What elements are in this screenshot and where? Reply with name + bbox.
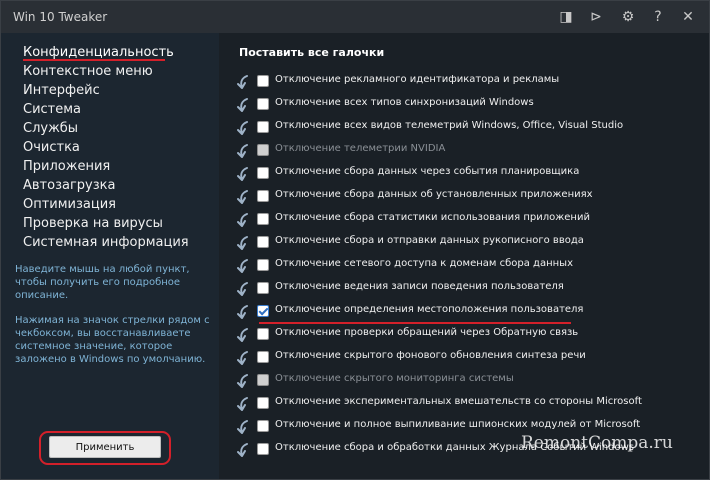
option-checkbox[interactable]	[257, 305, 269, 317]
window-title: Win 10 Tweaker	[13, 10, 108, 24]
option-label: Отключение сбора данных через события пл…	[275, 166, 580, 177]
hover-hint: Наведите мышь на любой пункт, чтобы полу…	[15, 264, 190, 301]
restore-arrow-icon[interactable]	[235, 303, 253, 321]
sidebar-item[interactable]: Оптимизация	[23, 197, 116, 216]
restore-arrow-icon[interactable]	[235, 165, 253, 183]
apply-button[interactable]: Применить	[49, 436, 161, 458]
option-row: Отключение скрытого мониторинга системы	[233, 371, 703, 391]
restore-arrow-icon[interactable]	[235, 73, 253, 91]
option-checkbox[interactable]	[257, 259, 269, 271]
option-row: Отключение экспериментальных вмешательст…	[233, 394, 703, 414]
option-row: Отключение сетевого доступа к доменам сб…	[233, 256, 703, 276]
option-label: Отключение сбора и отправки данных рукоп…	[275, 235, 584, 246]
sidebar-item[interactable]: Очистка	[23, 140, 80, 159]
option-checkbox	[257, 144, 269, 156]
option-checkbox[interactable]	[257, 190, 269, 202]
option-label: Отключение сбора данных об установленных…	[275, 189, 593, 200]
option-label: Отключение всех видов телеметрий Windows…	[275, 120, 624, 131]
option-checkbox[interactable]	[257, 236, 269, 248]
sidebar-item[interactable]: Автозагрузка	[23, 178, 115, 197]
option-checkbox[interactable]	[257, 397, 269, 409]
option-checkbox[interactable]	[257, 328, 269, 340]
restore-hint: Нажимая на значок стрелки рядом с чекбок…	[15, 315, 210, 365]
option-row: Отключение сбора данных через события пл…	[233, 164, 703, 184]
sidebar-item[interactable]: Конфиденциальность	[23, 45, 174, 64]
sidebar-item[interactable]: Система	[23, 102, 81, 121]
option-label: Отключение скрытого фонового обновления …	[275, 350, 586, 361]
restore-arrow-icon[interactable]	[235, 257, 253, 275]
option-row: Отключение сбора статистики использовани…	[233, 210, 703, 230]
restore-arrow-icon[interactable]	[235, 211, 253, 229]
play-icon[interactable]: ⊳	[587, 8, 605, 26]
option-checkbox[interactable]	[257, 75, 269, 87]
option-label: Отключение всех типов синхронизаций Wind…	[275, 97, 534, 108]
restore-arrow-icon[interactable]	[235, 142, 253, 160]
sidebar-item[interactable]: Интерфейс	[23, 83, 100, 102]
option-label: Отключение экспериментальных вмешательст…	[275, 396, 642, 407]
restore-arrow-icon[interactable]	[235, 441, 253, 459]
restore-arrow-icon[interactable]	[235, 96, 253, 114]
option-label: Отключение телеметрии NVIDIA	[275, 143, 446, 154]
watermark: RemontCompa.ru	[521, 433, 673, 453]
option-checkbox[interactable]	[257, 213, 269, 225]
option-checkbox[interactable]	[257, 121, 269, 133]
option-checkbox	[257, 374, 269, 386]
option-label: Отключение и полное выпиливание шпионски…	[275, 419, 641, 430]
option-label: Отключение проверки обращений через Обра…	[275, 327, 579, 338]
option-label: Отключение определения местоположения по…	[275, 304, 584, 315]
collapse-icon[interactable]: ◨	[557, 8, 575, 26]
option-checkbox[interactable]	[257, 282, 269, 294]
app-window: Win 10 Tweaker ◨ ⊳ ⚙ ? ✕ Конфиденциально…	[0, 0, 710, 480]
option-label: Отключение сетевого доступа к доменам сб…	[275, 258, 573, 269]
option-row: Отключение всех типов синхронизаций Wind…	[233, 95, 703, 115]
sidebar-item[interactable]: Системная информация	[23, 235, 189, 254]
restore-arrow-icon[interactable]	[235, 326, 253, 344]
gear-icon[interactable]: ⚙	[619, 8, 637, 26]
option-label: Отключение сбора статистики использовани…	[275, 212, 590, 223]
sidebar-item[interactable]: Приложения	[23, 159, 110, 178]
option-checkbox[interactable]	[257, 420, 269, 432]
option-row: Отключение проверки обращений через Обра…	[233, 325, 703, 345]
option-row: Отключение определения местоположения по…	[233, 302, 703, 322]
option-label: Отключение ведения записи поведения поль…	[275, 281, 564, 292]
option-row: Отключение рекламного идентификатора и р…	[233, 72, 703, 92]
restore-arrow-icon[interactable]	[235, 234, 253, 252]
main-panel: Поставить все галочки Отключение рекламн…	[219, 33, 709, 479]
restore-arrow-icon[interactable]	[235, 395, 253, 413]
option-row: Отключение всех видов телеметрий Windows…	[233, 118, 703, 138]
option-checkbox[interactable]	[257, 98, 269, 110]
sidebar-item[interactable]: Службы	[23, 121, 78, 140]
restore-arrow-icon[interactable]	[235, 188, 253, 206]
option-row: Отключение сбора данных об установленных…	[233, 187, 703, 207]
option-row: Отключение ведения записи поведения поль…	[233, 279, 703, 299]
sidebar-item[interactable]: Проверка на вирусы	[23, 216, 163, 235]
option-label: Отключение рекламного идентификатора и р…	[275, 74, 560, 85]
option-checkbox[interactable]	[257, 167, 269, 179]
active-item-underline	[23, 59, 165, 61]
restore-arrow-icon[interactable]	[235, 280, 253, 298]
sidebar: Конфиденциальность Контекстное меню Интерф…	[1, 33, 219, 479]
option-row: Отключение телеметрии NVIDIA	[233, 141, 703, 161]
restore-arrow-icon[interactable]	[235, 349, 253, 367]
option-checkbox[interactable]	[257, 443, 269, 455]
restore-arrow-icon[interactable]	[235, 372, 253, 390]
restore-arrow-icon[interactable]	[235, 418, 253, 436]
option-checkbox[interactable]	[257, 351, 269, 363]
check-all-link[interactable]: Поставить все галочки	[239, 46, 384, 59]
close-icon[interactable]: ✕	[679, 8, 697, 26]
option-label: Отключение скрытого мониторинга системы	[275, 373, 514, 384]
help-icon[interactable]: ?	[649, 8, 667, 26]
title-bar: Win 10 Tweaker ◨ ⊳ ⚙ ? ✕	[1, 1, 709, 33]
option-row: Отключение скрытого фонового обновления …	[233, 348, 703, 368]
sidebar-item[interactable]: Контекстное меню	[23, 64, 153, 83]
location-option-underline	[259, 322, 571, 324]
option-row: Отключение сбора и отправки данных рукоп…	[233, 233, 703, 253]
restore-arrow-icon[interactable]	[235, 119, 253, 137]
